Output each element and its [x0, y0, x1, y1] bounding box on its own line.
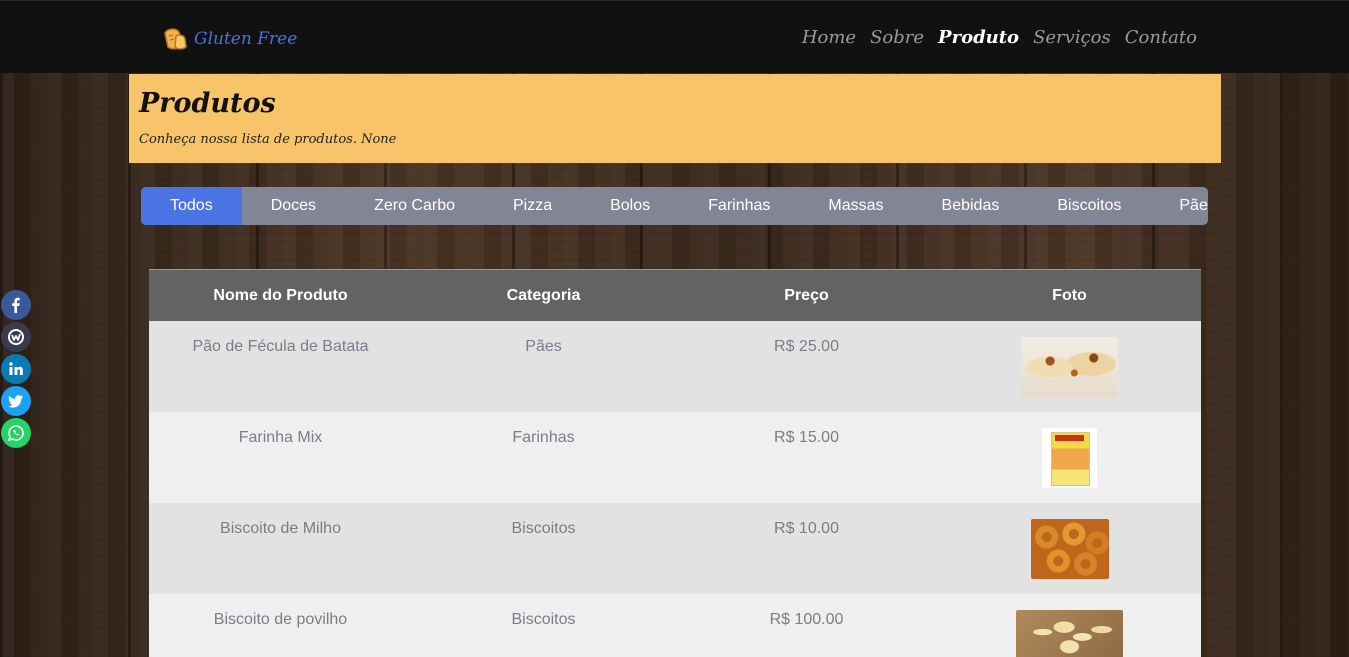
nav-contato-link[interactable]: Contato: [1125, 27, 1197, 48]
product-category: Farinhas: [412, 412, 675, 503]
product-category: Biscoitos: [412, 503, 675, 594]
tab-zero-carbo[interactable]: Zero Carbo: [345, 187, 484, 225]
tab-farinhas[interactable]: Farinhas: [679, 187, 799, 225]
nav-sobre-link[interactable]: Sobre: [870, 27, 924, 48]
product-price: R$ 15.00: [675, 412, 938, 503]
product-name: Biscoito de Milho: [149, 503, 412, 594]
nav-produto-link[interactable]: Produto: [938, 27, 1019, 48]
linkedin-share-button[interactable]: [1, 354, 31, 384]
column-header-price: Preço: [675, 269, 938, 321]
page-subtitle: Conheça nossa lista de produtos. None: [139, 132, 397, 147]
main-nav: Home Sobre Produto Serviços Contato: [788, 27, 1197, 48]
tab-paes[interactable]: Pães: [1150, 187, 1208, 225]
workplace-share-button[interactable]: [1, 322, 31, 352]
tab-pizza[interactable]: Pizza: [484, 187, 581, 225]
twitter-icon: [8, 395, 23, 408]
facebook-icon: [12, 297, 20, 313]
nav-home-link[interactable]: Home: [802, 27, 856, 48]
table-row: Biscoito de povilho Biscoitos R$ 100.00: [149, 594, 1201, 657]
product-category: Biscoitos: [412, 594, 675, 657]
product-category: Pães: [412, 321, 675, 412]
product-photo-cell: [938, 503, 1201, 594]
table-row: Biscoito de Milho Biscoitos R$ 10.00: [149, 503, 1201, 594]
column-header-photo: Foto: [938, 269, 1201, 321]
category-tabs: Todos Doces Zero Carbo Pizza Bolos Farin…: [141, 187, 1208, 225]
brand-name: Gluten Free: [194, 29, 298, 49]
tab-biscoitos[interactable]: Biscoitos: [1028, 187, 1150, 225]
linkedin-icon: [9, 362, 23, 375]
top-navbar: Gluten Free Home Sobre Produto Serviços …: [0, 0, 1349, 73]
bread-photo: [1021, 337, 1118, 397]
povilho-biscuit-photo: [1016, 610, 1123, 657]
products-table: Nome do Produto Categoria Preço Foto Pão…: [149, 269, 1201, 657]
page-header: Produtos Conheça nossa lista de produtos…: [129, 74, 1221, 163]
facebook-share-button[interactable]: [1, 290, 31, 320]
column-header-category: Categoria: [412, 269, 675, 321]
tab-bebidas[interactable]: Bebidas: [913, 187, 1029, 225]
bread-logo-icon: [164, 28, 187, 50]
product-name: Pão de Fécula de Batata: [149, 321, 412, 412]
product-name: Farinha Mix: [149, 412, 412, 503]
tab-massas[interactable]: Massas: [799, 187, 912, 225]
tab-bolos[interactable]: Bolos: [581, 187, 679, 225]
table-row: Pão de Fécula de Batata Pães R$ 25.00: [149, 321, 1201, 412]
table-header-row: Nome do Produto Categoria Preço Foto: [149, 269, 1201, 321]
table-row: Farinha Mix Farinhas R$ 15.00: [149, 412, 1201, 503]
social-share-bar: [1, 290, 31, 450]
column-header-name: Nome do Produto: [149, 269, 412, 321]
whatsapp-share-button[interactable]: [1, 418, 31, 448]
product-name: Biscoito de povilho: [149, 594, 412, 657]
product-price: R$ 10.00: [675, 503, 938, 594]
brand-link[interactable]: Gluten Free: [162, 27, 297, 51]
product-price: R$ 25.00: [675, 321, 938, 412]
whatsapp-icon: [7, 425, 24, 442]
page-title: Produtos: [139, 88, 276, 119]
tab-doces[interactable]: Doces: [242, 187, 345, 225]
twitter-share-button[interactable]: [1, 386, 31, 416]
product-price: R$ 100.00: [675, 594, 938, 657]
tab-todos[interactable]: Todos: [141, 187, 242, 225]
nav-servicos-link[interactable]: Serviços: [1033, 27, 1111, 48]
product-photo-cell: [938, 412, 1201, 503]
flour-package-photo: [1042, 428, 1097, 488]
corn-biscuit-photo: [1030, 519, 1109, 579]
product-photo-cell: [938, 321, 1201, 412]
product-photo-cell: [938, 594, 1201, 657]
workplace-icon: [8, 329, 24, 345]
products-table-container: Nome do Produto Categoria Preço Foto Pão…: [149, 269, 1201, 657]
